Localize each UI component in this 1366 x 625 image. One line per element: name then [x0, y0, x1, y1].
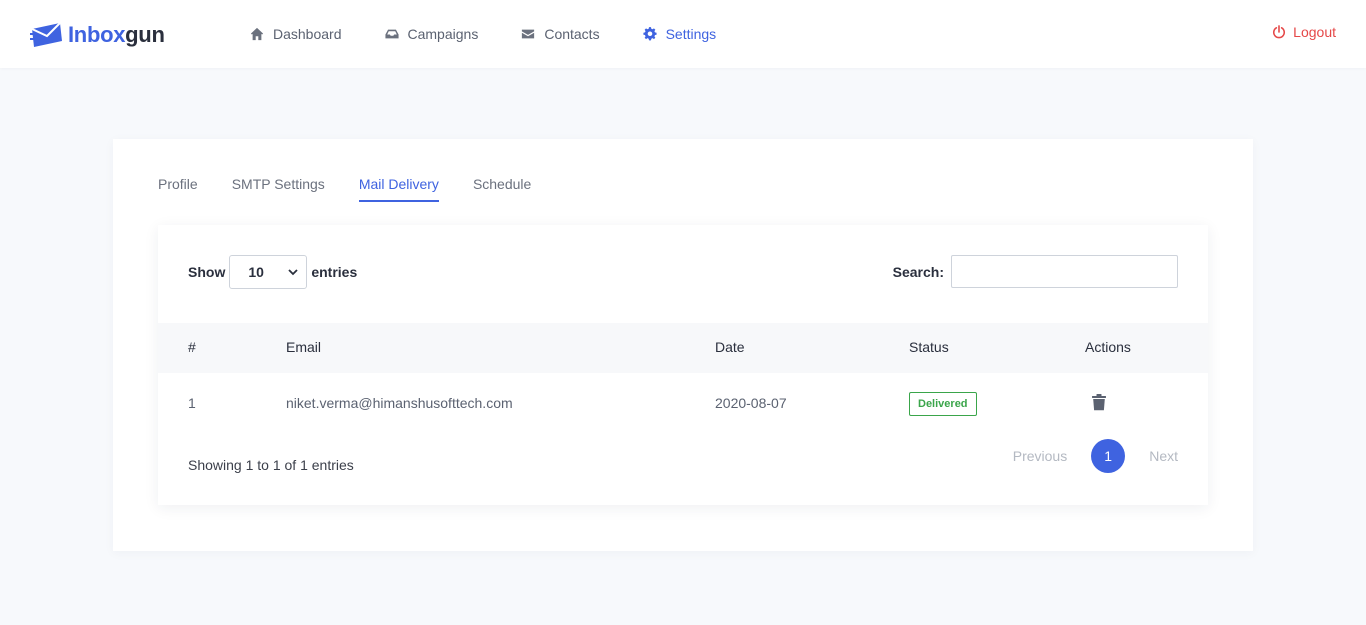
column-header-email[interactable]: Email — [286, 339, 321, 355]
status-badge: Delivered — [909, 392, 977, 416]
settings-tabs: Profile SMTP Settings Mail Delivery Sche… — [158, 176, 565, 202]
tab-schedule[interactable]: Schedule — [473, 176, 531, 202]
column-header-date[interactable]: Date — [715, 339, 745, 355]
entries-select-value: 10 — [248, 264, 264, 280]
nav-campaigns[interactable]: Campaigns — [384, 24, 479, 44]
column-header-actions[interactable]: Actions — [1085, 339, 1131, 355]
main-nav: Dashboard Campaigns Contacts Settings — [250, 24, 759, 44]
nav-campaigns-label: Campaigns — [407, 26, 479, 42]
gear-icon — [642, 27, 657, 41]
logout-button[interactable]: Logout — [1272, 24, 1336, 40]
nav-settings[interactable]: Settings — [642, 24, 717, 44]
page-1-button[interactable]: 1 — [1091, 439, 1126, 473]
pagination: Previous 1 Next — [1013, 439, 1178, 473]
column-header-number[interactable]: # — [188, 339, 196, 355]
column-header-status[interactable]: Status — [909, 339, 949, 355]
power-icon — [1273, 25, 1286, 39]
brand-logo[interactable]: Inboxgun — [30, 19, 165, 51]
show-label: Show — [188, 264, 226, 280]
tab-smtp-settings[interactable]: SMTP Settings — [232, 176, 325, 202]
brand-name: Inboxgun — [68, 22, 165, 47]
mail-delivery-table-panel: Show 10 entries Search: # Email Date Sta… — [158, 225, 1208, 505]
next-page-button[interactable]: Next — [1149, 448, 1178, 464]
table-search: Search: — [893, 255, 1178, 288]
top-navbar: Inboxgun Dashboard Campaigns Contacts Se… — [0, 0, 1366, 68]
row-number: 1 — [188, 395, 196, 411]
chevron-down-icon — [288, 269, 298, 276]
trash-icon[interactable] — [1092, 394, 1106, 411]
nav-contacts-label: Contacts — [544, 26, 600, 42]
nav-contacts[interactable]: Contacts — [521, 24, 600, 44]
inbox-icon — [384, 29, 399, 39]
nav-settings-label: Settings — [665, 26, 717, 42]
settings-card: Profile SMTP Settings Mail Delivery Sche… — [113, 139, 1253, 551]
row-email: niket.verma@himanshusofttech.com — [286, 395, 513, 411]
table-header: # Email Date Status Actions — [158, 323, 1208, 373]
previous-page-button[interactable]: Previous — [1013, 448, 1067, 464]
home-icon — [250, 27, 264, 41]
entries-label: entries — [311, 264, 358, 280]
envelope-icon — [522, 29, 535, 39]
mail-logo-icon — [30, 22, 62, 47]
logout-label: Logout — [1293, 24, 1336, 40]
row-date: 2020-08-07 — [715, 395, 787, 411]
tab-profile[interactable]: Profile — [158, 176, 198, 202]
search-input[interactable] — [951, 255, 1178, 288]
nav-dashboard[interactable]: Dashboard — [250, 24, 342, 44]
entries-select[interactable]: 10 — [229, 255, 308, 289]
entries-length-control: Show 10 entries — [188, 255, 357, 289]
tab-mail-delivery[interactable]: Mail Delivery — [358, 176, 439, 202]
search-label: Search: — [892, 263, 944, 280]
nav-dashboard-label: Dashboard — [273, 26, 342, 42]
table-info: Showing 1 to 1 of 1 entries — [188, 457, 354, 473]
table-row: 1 niket.verma@himanshusofttech.com 2020-… — [158, 373, 1208, 435]
